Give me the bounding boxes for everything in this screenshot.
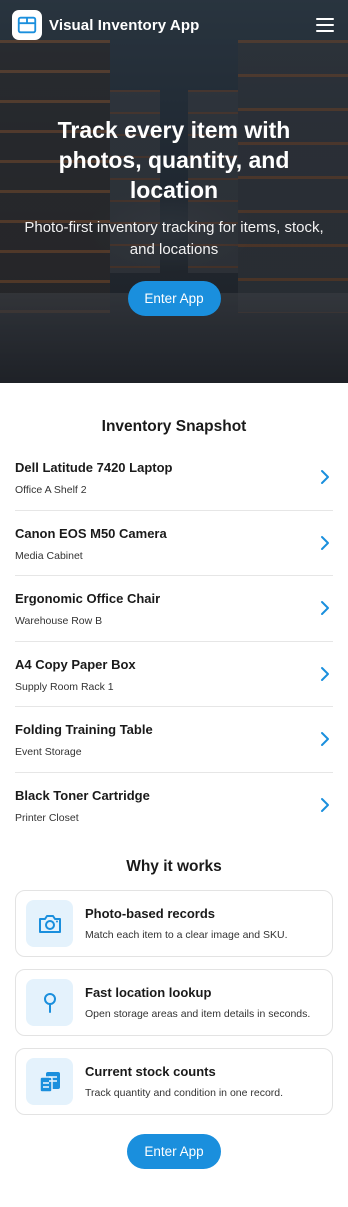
why-it-works-section: Why it works Photo-based records Match e… [0, 838, 348, 1115]
list-item[interactable]: Canon EOS M50 Camera Media Cabinet [15, 511, 333, 576]
feature-card-photo-records: Photo-based records Match each item to a… [15, 890, 333, 957]
chevron-right-icon [321, 601, 329, 616]
feature-title: Current stock counts [85, 1064, 216, 1079]
list-item-text: Canon EOS M50 Camera Media Cabinet [15, 524, 317, 562]
item-location: Warehouse Row B [15, 615, 103, 628]
chevron-right-icon [321, 666, 329, 681]
feature-icon-tile [26, 900, 73, 947]
menu-button[interactable] [314, 14, 336, 36]
list-item[interactable]: Ergonomic Office Chair Warehouse Row B [15, 576, 333, 642]
app-logo[interactable] [12, 10, 42, 40]
location-pin-icon [43, 992, 56, 1013]
inventory-list: Dell Latitude 7420 Laptop Office A Shelf… [0, 445, 348, 838]
chevron-right-icon [321, 732, 329, 747]
item-location: Supply Room Rack 1 [15, 680, 114, 693]
snapshot-title: Inventory Snapshot [101, 418, 247, 435]
feature-card-text: Photo-based records Match each item to a… [85, 906, 288, 941]
feature-description: Open storage areas and item details in s… [85, 1008, 311, 1020]
menu-icon-line [316, 24, 334, 26]
item-name: Dell Latitude 7420 Laptop [15, 460, 173, 476]
chevron-right-icon [321, 535, 329, 550]
item-location: Printer Closet [15, 812, 79, 825]
box-icon [17, 16, 37, 34]
item-name: Canon EOS M50 Camera [15, 525, 167, 541]
list-item-text: Ergonomic Office Chair Warehouse Row B [15, 589, 317, 627]
item-location: Office A Shelf 2 [15, 484, 87, 497]
inventory-snapshot-section: Inventory Snapshot Dell Latitude 7420 La… [0, 383, 348, 838]
chevron-right-icon [321, 798, 329, 813]
item-location: Media Cabinet [15, 549, 83, 562]
chevron-right-icon [321, 470, 329, 485]
list-item-text: Folding Training Table Event Storage [15, 720, 317, 758]
hero-enter-app-button[interactable]: Enter App [127, 281, 221, 316]
item-location: Event Storage [15, 746, 82, 759]
footer-enter-app-button[interactable]: Enter App [127, 1134, 221, 1169]
item-name: A4 Copy Paper Box [15, 656, 136, 672]
menu-icon-line [316, 30, 334, 32]
feature-card-stock-counts: Current stock counts Track quantity and … [15, 1048, 333, 1115]
feature-card-location-lookup: Fast location lookup Open storage areas … [15, 969, 333, 1036]
bottom-cta: Enter App [0, 1134, 348, 1169]
camera-icon [38, 914, 61, 933]
hero-section: Visual Inventory App Track every item wi… [0, 0, 348, 383]
hero-title: Track every item with photos, quantity, … [57, 117, 291, 203]
item-name: Folding Training Table [15, 722, 153, 738]
feature-icon-tile [26, 1058, 73, 1105]
feature-icon-tile [26, 979, 73, 1026]
hero-content: Track every item with photos, quantity, … [0, 115, 348, 316]
list-item-text: Black Toner Cartridge Printer Closet [15, 786, 317, 824]
feature-cards: Photo-based records Match each item to a… [0, 890, 348, 1115]
list-item-text: Dell Latitude 7420 Laptop Office A Shelf… [15, 458, 317, 496]
menu-icon-line [316, 18, 334, 20]
app-name: Visual Inventory App [49, 16, 200, 34]
feature-card-text: Fast location lookup Open storage areas … [85, 985, 310, 1020]
item-name: Black Toner Cartridge [15, 788, 150, 804]
item-name: Ergonomic Office Chair [15, 591, 161, 607]
feature-description: Match each item to a clear image and SKU… [85, 929, 288, 941]
feature-title: Photo-based records [85, 906, 216, 921]
feature-description: Track quantity and condition in one reco… [85, 1087, 284, 1099]
list-item-text: A4 Copy Paper Box Supply Room Rack 1 [15, 655, 317, 693]
list-item[interactable]: Dell Latitude 7420 Laptop Office A Shelf… [15, 445, 333, 511]
why-title: Why it works [126, 858, 222, 875]
stock-list-icon [38, 1071, 60, 1093]
feature-card-text: Current stock counts Track quantity and … [85, 1064, 283, 1099]
list-item[interactable]: Black Toner Cartridge Printer Closet [15, 773, 333, 839]
top-bar: Visual Inventory App [12, 10, 336, 40]
hero-subtitle: Photo-first inventory tracking for items… [24, 219, 324, 258]
list-item[interactable]: Folding Training Table Event Storage [15, 707, 333, 773]
feature-title: Fast location lookup [85, 985, 212, 1000]
list-item[interactable]: A4 Copy Paper Box Supply Room Rack 1 [15, 642, 333, 707]
